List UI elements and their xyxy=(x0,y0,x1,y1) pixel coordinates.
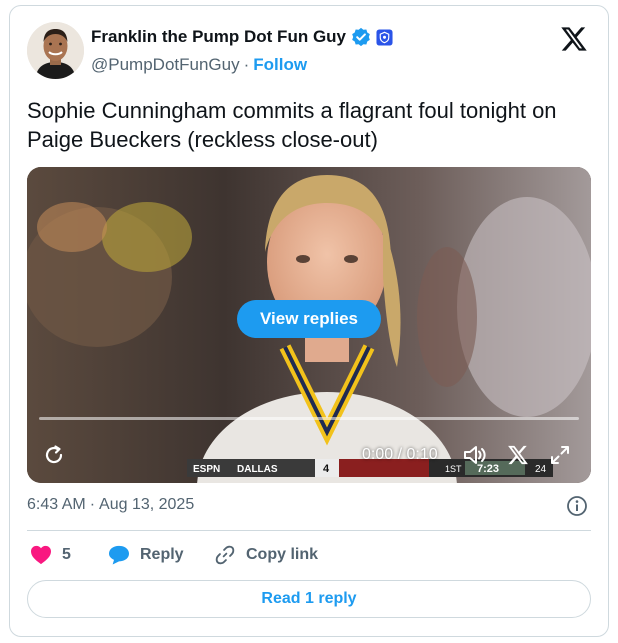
tweet-card: Franklin the Pump Dot Fun Guy @PumpDotFu… xyxy=(9,5,609,637)
author-display-name[interactable]: Franklin the Pump Dot Fun Guy xyxy=(91,27,346,47)
tweet-time: 6:43 AM xyxy=(27,496,86,513)
heart-icon xyxy=(31,545,51,565)
divider xyxy=(27,530,591,531)
handle-separator: · xyxy=(243,55,250,74)
tweet-text: Sophie Cunningham commits a flagrant fou… xyxy=(27,98,557,152)
scoreboard-shot-clock: 24 xyxy=(535,464,547,475)
scoreboard-network: ESPN xyxy=(193,464,220,475)
reply-bubble-icon xyxy=(109,545,129,565)
info-icon[interactable] xyxy=(566,495,588,517)
follow-link[interactable]: Follow xyxy=(253,55,307,75)
like-button[interactable]: 5 xyxy=(30,544,71,566)
like-count: 5 xyxy=(62,546,71,563)
x-logo-icon[interactable] xyxy=(560,26,588,52)
expand-icon xyxy=(551,446,569,464)
tweet-date: Aug 13, 2025 xyxy=(99,496,195,513)
link-icon xyxy=(215,545,235,565)
x-logo-icon xyxy=(508,445,528,465)
fullscreen-button[interactable] xyxy=(547,442,573,468)
scoreboard-score: 4 xyxy=(323,463,330,475)
tweet-timestamp[interactable]: 6:43 AM · Aug 13, 2025 xyxy=(27,496,194,514)
volume-button[interactable] xyxy=(461,442,489,468)
reply-button[interactable]: Reply xyxy=(108,544,184,566)
read-reply-button[interactable]: Read 1 reply xyxy=(27,580,591,618)
replay-button[interactable] xyxy=(41,442,67,468)
reply-label: Reply xyxy=(140,546,184,563)
author-handle-row: @PumpDotFunGuy · Follow xyxy=(91,55,307,75)
video-progress-bar[interactable] xyxy=(39,417,579,420)
timestamp-separator: · xyxy=(89,496,96,513)
verified-badge-icon[interactable] xyxy=(351,27,371,47)
author-handle[interactable]: @PumpDotFunGuy xyxy=(91,55,240,75)
video-time-display: 0:00 / 0:10 xyxy=(362,446,438,463)
author-name-row: Franklin the Pump Dot Fun Guy xyxy=(91,27,393,47)
video-player[interactable]: ESPN DALLAS 4 1ST 7:23 24 View replies 0… xyxy=(27,167,591,483)
x-video-logo-button[interactable] xyxy=(505,442,531,468)
scoreboard-period: 1ST xyxy=(445,464,462,474)
affiliate-badge-icon[interactable] xyxy=(376,28,393,46)
copy-link-button[interactable]: Copy link xyxy=(214,544,318,566)
replay-icon xyxy=(45,445,63,464)
view-replies-button[interactable]: View replies xyxy=(237,300,381,338)
speaker-icon xyxy=(464,446,486,464)
scoreboard-team: DALLAS xyxy=(237,464,278,475)
copy-link-label: Copy link xyxy=(246,546,319,563)
avatar[interactable] xyxy=(27,22,84,79)
